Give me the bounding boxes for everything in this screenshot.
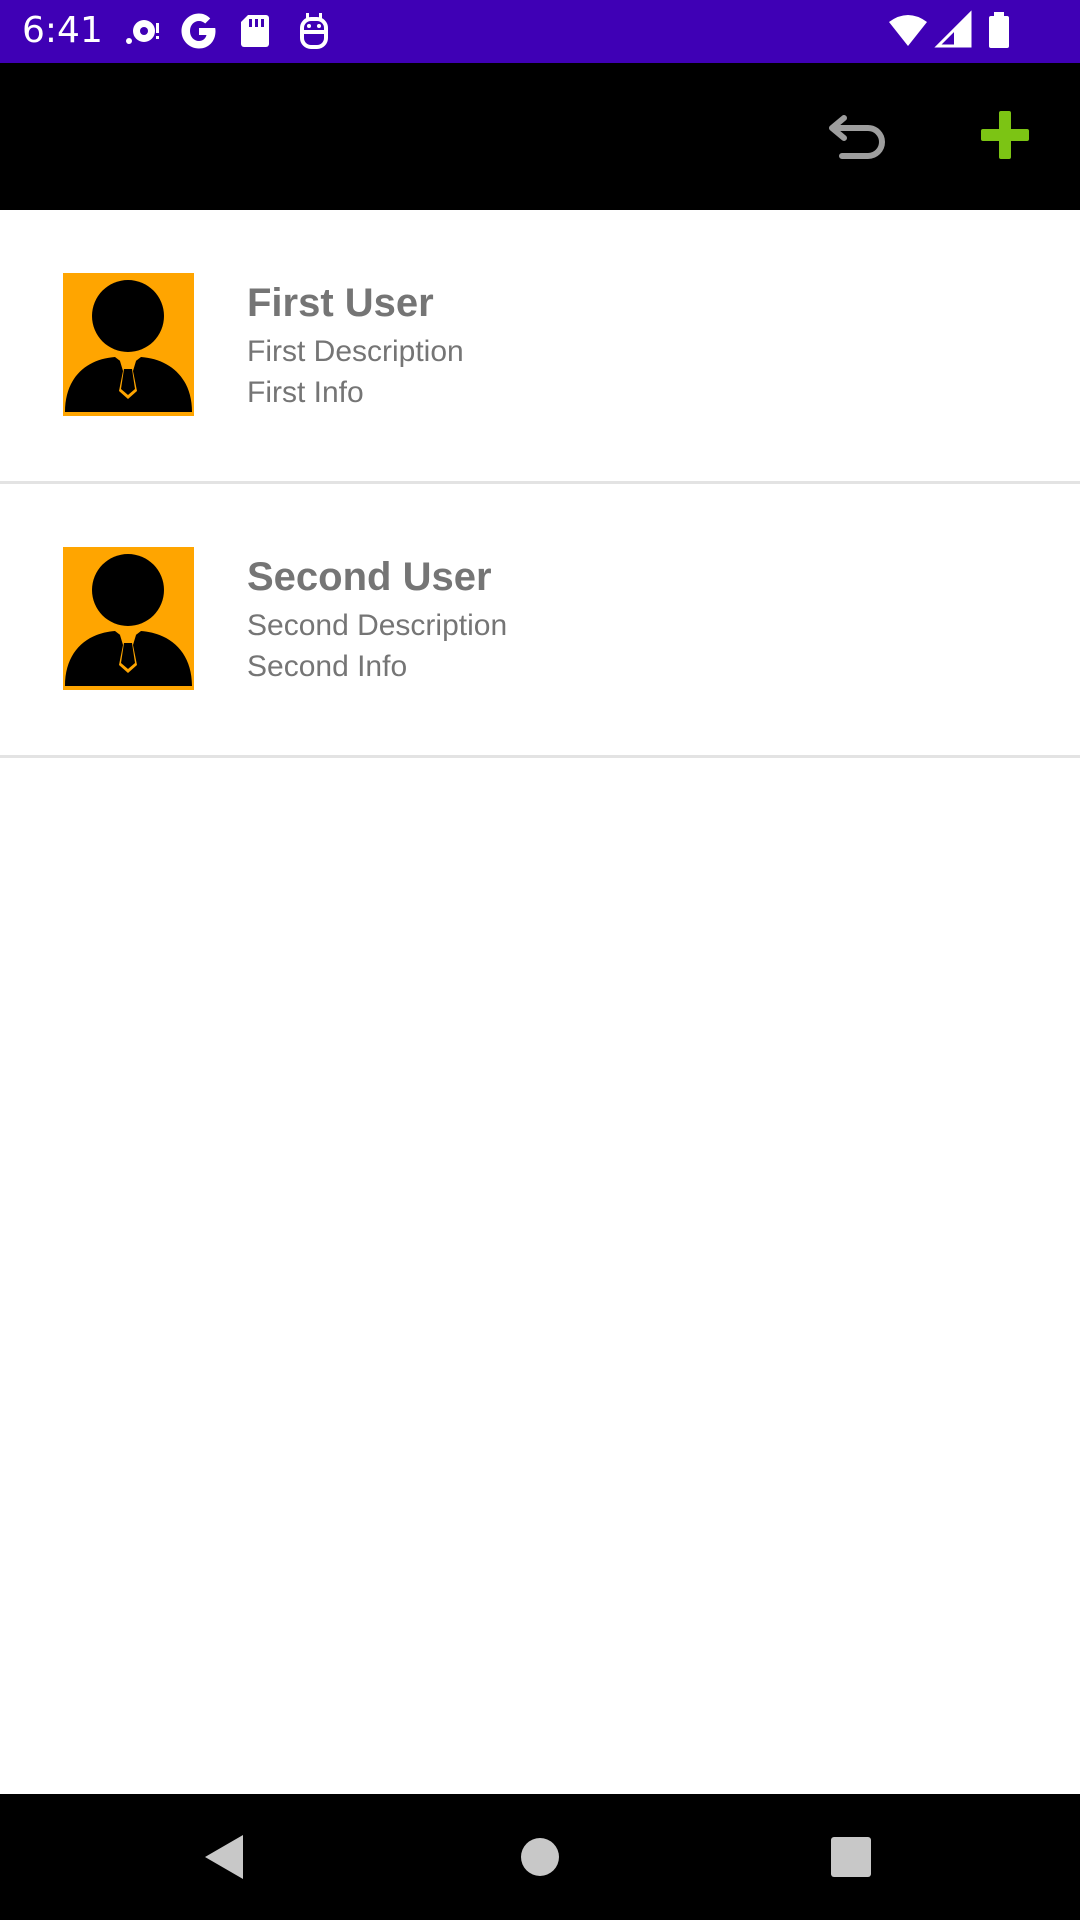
user-info: First Info (247, 376, 364, 409)
status-bar: 6:41 (0, 0, 1080, 63)
navigation-bar (0, 1794, 1080, 1920)
user-info: Second Info (247, 650, 408, 683)
user-name: Second User (247, 555, 492, 599)
undo-icon (822, 100, 896, 174)
battery-icon (978, 10, 1020, 52)
home-icon (510, 1827, 570, 1887)
google-icon (178, 10, 220, 52)
signal-icon (934, 10, 976, 52)
android-debug-icon (293, 10, 335, 52)
recents-button[interactable] (821, 1827, 881, 1887)
user-texts: First User First Description First Info (247, 278, 464, 413)
add-button[interactable] (968, 100, 1042, 174)
toolbar (0, 63, 1080, 210)
home-button[interactable] (510, 1827, 570, 1887)
user-list: First User First Description First Info … (0, 210, 1080, 758)
wifi-icon (887, 10, 929, 52)
status-time: 6:41 (22, 10, 103, 51)
user-name: First User (247, 281, 434, 325)
undo-button[interactable] (822, 100, 896, 174)
user-avatar-icon (63, 273, 194, 416)
notification-icon (120, 10, 162, 52)
back-icon (195, 1827, 255, 1887)
list-item[interactable]: First User First Description First Info (0, 210, 1080, 484)
add-icon (968, 100, 1042, 174)
user-description: Second Description (247, 609, 508, 642)
list-item[interactable]: Second User Second Description Second In… (0, 484, 1080, 758)
recents-icon (821, 1827, 881, 1887)
back-button[interactable] (195, 1827, 255, 1887)
user-description: First Description (247, 335, 464, 368)
user-avatar-icon (63, 547, 194, 690)
user-texts: Second User Second Description Second In… (247, 552, 507, 687)
sd-card-icon (234, 10, 276, 52)
